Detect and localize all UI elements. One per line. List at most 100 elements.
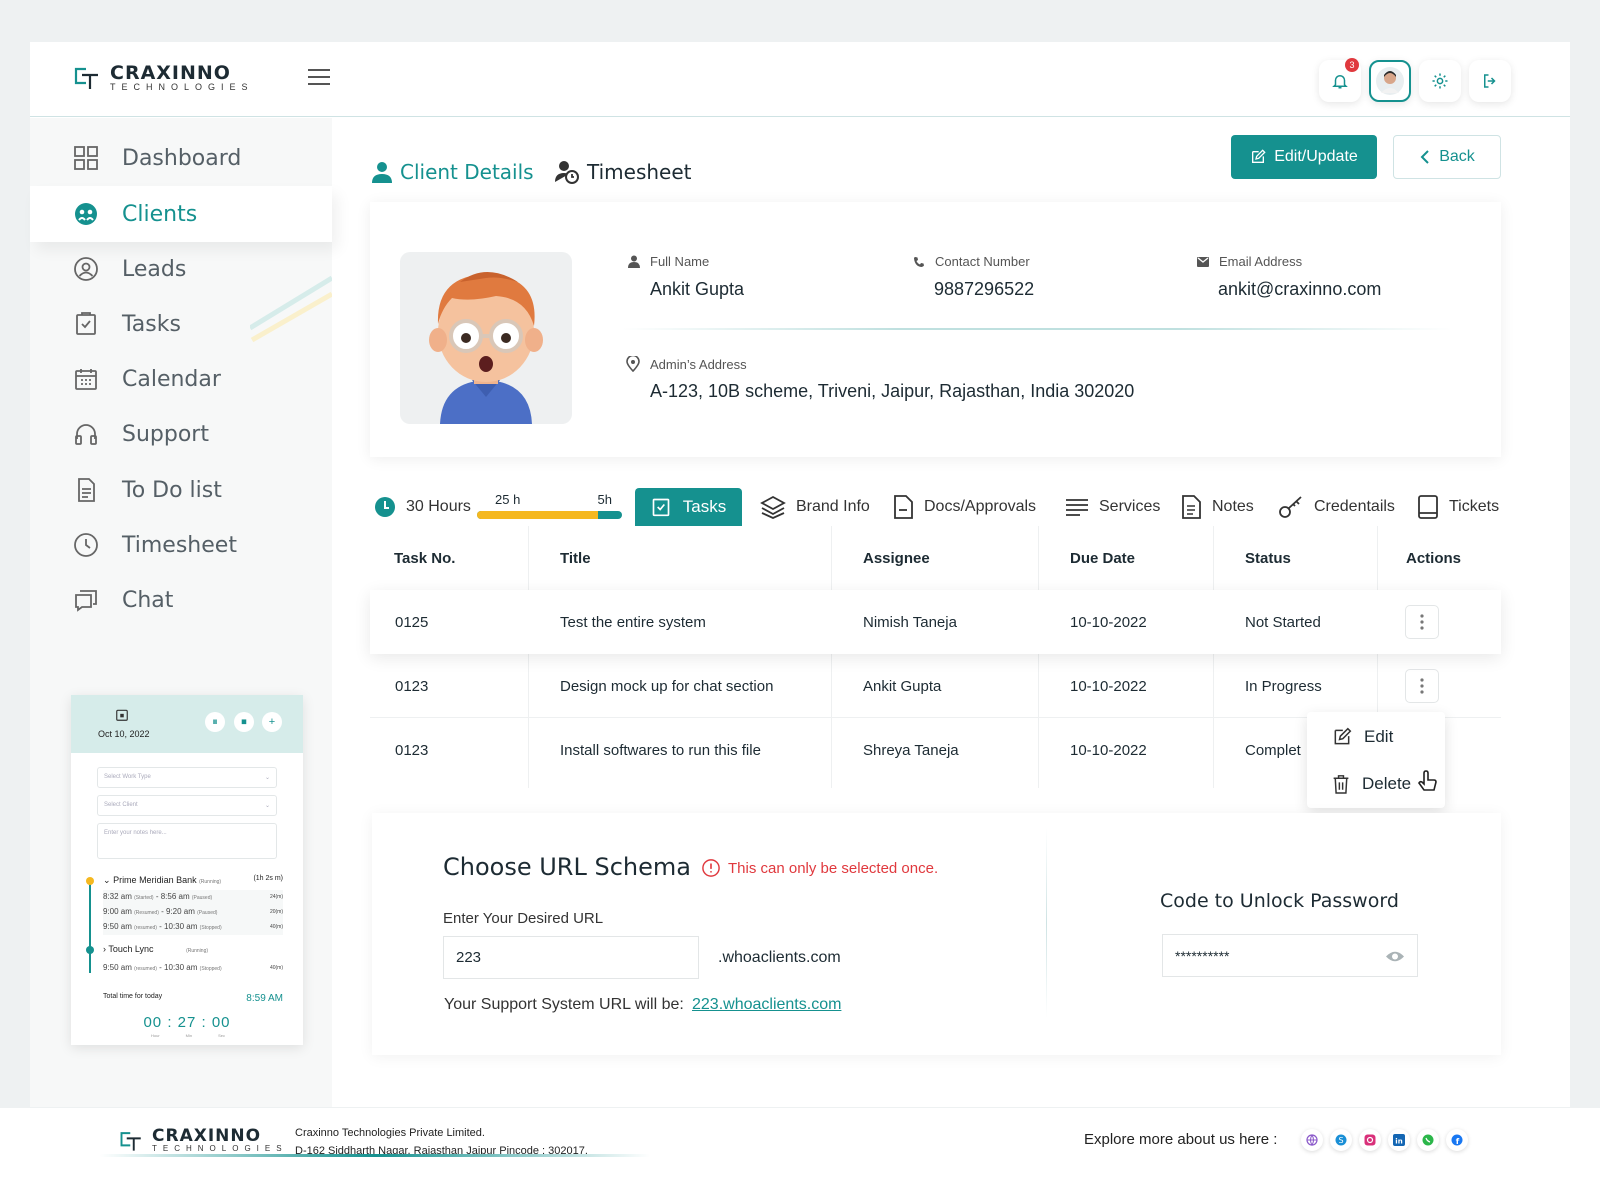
footer-explore: Explore more about us here : <box>1084 1131 1278 1148</box>
sidebar-item-calendar[interactable]: Calendar <box>30 351 332 407</box>
row-actions-button[interactable] <box>1405 605 1439 639</box>
sidebar-item-tasks[interactable]: Tasks <box>30 296 332 352</box>
warning-text: This can only be selected once. <box>728 859 939 877</box>
pause-icon: ⏸ <box>212 715 218 728</box>
sidebar-item-label: To Do list <box>122 477 222 503</box>
document-icon <box>894 495 913 519</box>
sidebar-item-dashboard[interactable]: Dashboard <box>30 130 332 186</box>
notification-badge: 3 <box>1345 58 1359 72</box>
password-input[interactable]: ********** <box>1162 934 1418 977</box>
bell-icon <box>1332 75 1348 89</box>
notes-placeholder: Enter your notes here... <box>104 830 167 836</box>
phone-icon <box>914 256 924 267</box>
linkedin-icon[interactable]: in <box>1388 1129 1410 1151</box>
back-button[interactable]: Back <box>1393 135 1501 179</box>
add-button[interactable]: + <box>262 712 282 732</box>
footer-logo[interactable]: CRAXINNO TECHNOLOGIES <box>118 1128 288 1153</box>
tab-services[interactable]: Services <box>1065 488 1160 526</box>
hand-cursor-icon <box>1418 770 1437 791</box>
tab-docs-approvals[interactable]: Docs/Approvals <box>892 488 1036 526</box>
cell-status: Complet <box>1245 741 1301 759</box>
menu-item-edit[interactable]: Edit <box>1332 727 1393 747</box>
cell-due-date: 10-10-2022 <box>1070 677 1147 695</box>
notes-input[interactable]: Enter your notes here... <box>97 823 277 859</box>
eye-icon[interactable] <box>1385 950 1405 963</box>
cell-task-no: 0123 <box>395 677 429 695</box>
url-result-link[interactable]: 223.whoaclients.com <box>692 996 841 1014</box>
tab-client-details[interactable]: Client Details <box>372 160 534 184</box>
timeline-entry[interactable]: › Touch Lync (Running) <box>103 944 283 954</box>
tab-credentials[interactable]: Credentails <box>1278 488 1395 526</box>
sidebar-item-chat[interactable]: Chat <box>30 572 332 628</box>
widget-date: Oct 10, 2022 <box>98 729 150 739</box>
globe-icon[interactable] <box>1301 1129 1323 1151</box>
instagram-icon[interactable] <box>1359 1129 1381 1151</box>
edit-icon <box>1252 149 1266 163</box>
menu-label: Delete <box>1362 774 1412 793</box>
full-name-label: Full Name <box>628 254 709 269</box>
whatsapp-icon[interactable] <box>1417 1129 1439 1151</box>
tab-tasks[interactable]: Tasks <box>635 488 742 526</box>
email-label: Email Address <box>1197 254 1302 269</box>
entry-total: (1h 2s m) <box>253 875 283 882</box>
unlock-title: Code to Unlock Password <box>1160 890 1399 912</box>
settings-button[interactable] <box>1419 60 1461 102</box>
table-row[interactable]: 0125 Test the entire system Nimish Tanej… <box>370 590 1501 654</box>
footer-accent-line <box>100 1154 650 1157</box>
total-time-value: 8:59 AM <box>246 993 283 1004</box>
tab-timesheet[interactable]: Timesheet <box>555 160 692 184</box>
tab-brand-info[interactable]: Brand Info <box>760 488 870 526</box>
sidebar-item-label: Leads <box>122 256 187 282</box>
total-time-label: Total time for today <box>103 993 163 1000</box>
table-row[interactable]: 0123 Design mock up for chat section Ank… <box>370 654 1501 718</box>
pause-button[interactable]: ⏸ <box>205 712 225 732</box>
gear-icon <box>1432 73 1448 89</box>
logout-button[interactable] <box>1469 60 1511 102</box>
hamburger-menu-icon[interactable] <box>308 68 330 86</box>
tab-notes[interactable]: Notes <box>1180 488 1254 526</box>
sidebar-item-todo[interactable]: To Do list <box>30 462 332 518</box>
cartoon-avatar-image <box>429 272 543 424</box>
client-select[interactable]: Select Client ⌄ <box>97 795 277 816</box>
notifications-button[interactable]: 3 <box>1319 58 1361 102</box>
sidebar-item-leads[interactable]: Leads <box>30 241 332 297</box>
menu-item-delete[interactable]: Delete <box>1332 774 1411 794</box>
layers-icon <box>760 495 786 519</box>
timer-units: Hour Min Sec <box>151 1033 225 1038</box>
vertical-divider <box>1046 828 1047 1018</box>
full-name-value: Ankit Gupta <box>650 279 745 299</box>
list-lines-icon <box>1066 499 1088 516</box>
logo-mark-icon <box>120 1131 141 1151</box>
url-input[interactable]: 223 <box>443 936 699 979</box>
skype-icon[interactable]: S <box>1330 1129 1352 1151</box>
header-title: Title <box>560 549 591 567</box>
brand-logo[interactable]: CRAXINNO TECHNOLOGIES <box>72 64 254 92</box>
log-row: 9:00 am (Resumed) - 9:20 am (Paused) 20(m… <box>103 907 283 916</box>
sidebar-item-clients[interactable]: Clients <box>30 186 332 242</box>
facebook-icon[interactable]: f <box>1446 1129 1468 1151</box>
app-window: CRAXINNO TECHNOLOGIES 3 Dashboard Client… <box>30 42 1570 1107</box>
address-value: A-123, 10B scheme, Triveni, Jaipur, Raja… <box>650 381 1135 401</box>
cell-assignee: Ankit Gupta <box>863 677 942 695</box>
book-icon <box>1418 495 1438 519</box>
client-placeholder: Select Client <box>104 802 138 808</box>
sidebar-item-timesheet[interactable]: Timesheet <box>30 517 332 573</box>
entry-state: (Running) <box>199 879 222 885</box>
stop-icon: ⏹ <box>241 715 247 728</box>
tab-tickets[interactable]: Tickets <box>1417 488 1499 526</box>
header-due-date: Due Date <box>1070 549 1136 567</box>
edit-update-button[interactable]: Edit/Update <box>1231 135 1377 179</box>
stop-button[interactable]: ⏹ <box>234 712 254 732</box>
sidebar-item-support[interactable]: Support <box>30 406 332 462</box>
url-schema-card: Choose URL Schema This can only be selec… <box>372 813 1501 1055</box>
profile-avatar-button[interactable] <box>1369 60 1411 102</box>
logout-icon <box>1484 74 1496 88</box>
sidebar-item-label: Calendar <box>122 366 221 392</box>
logo-mark-icon <box>74 67 98 89</box>
row-actions-button[interactable] <box>1405 669 1439 703</box>
work-type-select[interactable]: Select Work Type ⌄ <box>97 767 277 788</box>
clock-icon <box>375 497 395 517</box>
cell-status: Not Started <box>1245 613 1321 631</box>
sidebar: Dashboard Clients Leads Tasks Calendar S… <box>30 118 332 1107</box>
timeline-entry[interactable]: ⌄ Prime Meridian Bank (Running) (1h 2s m… <box>103 875 283 886</box>
